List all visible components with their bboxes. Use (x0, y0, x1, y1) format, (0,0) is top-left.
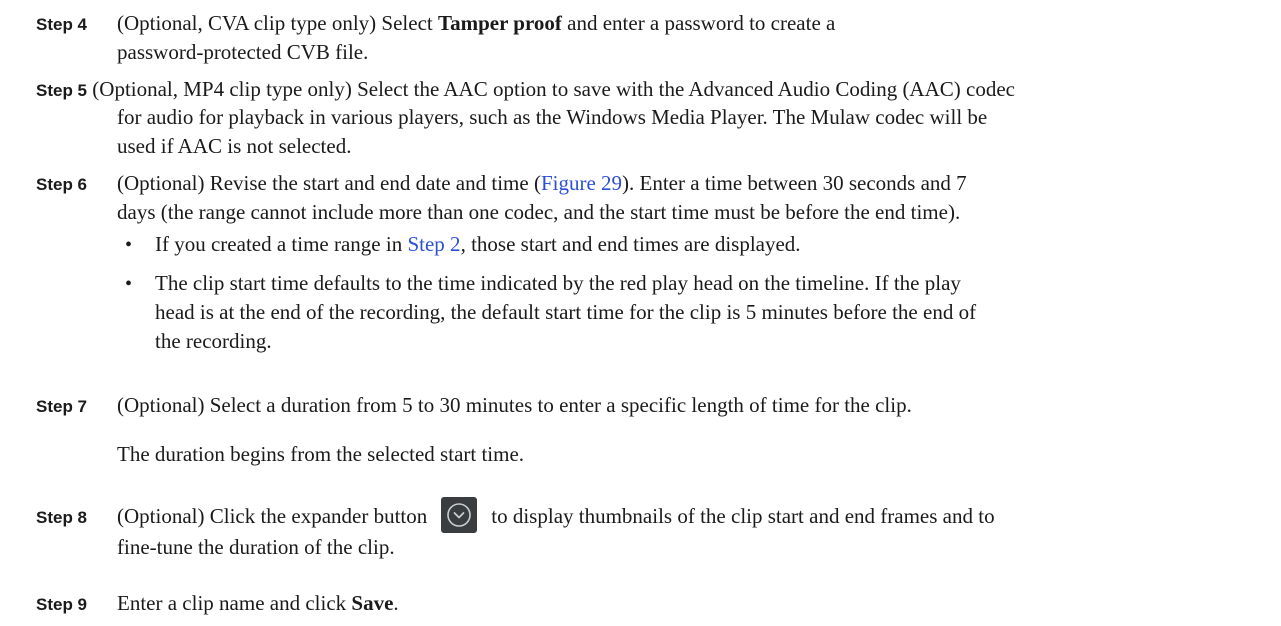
step-5-text-line3: used if AAC is not selected. (117, 134, 352, 158)
expander-button[interactable] (441, 497, 478, 534)
bullet-dot-2: • (125, 273, 133, 295)
step-9-text-pre: Enter a clip name and click (117, 591, 352, 615)
step-8-text-pre: (Optional) Click the expander button (117, 504, 428, 528)
step-5-text-line2: for audio for playback in various player… (117, 105, 988, 129)
step-4-text-pre: (Optional, CVA clip type only) Select (117, 11, 438, 35)
step-8-text: (Optional) Click the expander button to d… (117, 497, 1277, 562)
step-5-text-rest: for audio for playback in various player… (117, 103, 1267, 161)
step-5-label: Step 5 (36, 81, 88, 100)
document-page: Step 4 (Optional, CVA clip type only) Se… (0, 0, 1281, 626)
step-8-label: Step 8 (36, 508, 88, 527)
step-7-label: Step 7 (36, 397, 88, 416)
step-6-text-post: ). Enter a time between 30 seconds and 7 (622, 171, 967, 195)
step-7-text-line2: The duration begins from the selected st… (117, 442, 525, 466)
tamper-proof-term: Tamper proof (438, 11, 562, 35)
step-6-text: (Optional) Revise the start and end date… (117, 169, 1267, 227)
step-4-text-post: and enter a password to create a (561, 11, 836, 35)
step-6-text-pre: (Optional) Revise the start and end date… (117, 171, 541, 195)
step-9-text-post: . (393, 591, 399, 615)
step-8-text-line2: fine-tune the duration of the clip. (117, 535, 395, 560)
chevron-down-circle-icon (447, 503, 472, 527)
step-6-bullet-2: The clip start time defaults to the time… (155, 269, 1265, 356)
step-5-text-line1: (Optional, MP4 clip type only) Select th… (92, 77, 1015, 101)
bullet-2-line1: The clip start time defaults to the time… (155, 271, 961, 295)
step-6-label: Step 6 (36, 175, 88, 194)
bullet-dot-1: • (125, 234, 133, 256)
step-4-label: Step 4 (36, 15, 88, 34)
step-9-text: Enter a clip name and click Save. (117, 589, 1267, 618)
step-4-text-line2: password-protected CVB file. (117, 40, 369, 64)
figure-29-link[interactable]: Figure 29 (541, 171, 622, 195)
save-term: Save (351, 591, 394, 615)
step-9-label: Step 9 (36, 595, 88, 614)
step-7-text-line1: (Optional) Select a duration from 5 to 3… (117, 393, 912, 417)
bullet-2-line2: head is at the end of the recording, the… (155, 300, 977, 324)
step-6-text-line2: days (the range cannot include more than… (117, 200, 961, 224)
step-8-text-post: to display thumbnails of the clip start … (491, 504, 995, 528)
bullet-1-text-pre: If you created a time range in (155, 232, 408, 256)
bullet-1-text-post: , those start and end times are displaye… (460, 232, 801, 256)
step-5-block: Step 5 (Optional, MP4 clip type only) Se… (36, 75, 1276, 105)
step-4-text: (Optional, CVA clip type only) Select Ta… (117, 9, 1267, 67)
step-6-bullet-1: If you created a time range in Step 2, t… (155, 230, 1265, 259)
bullet-2-line3: the recording. (155, 329, 272, 353)
step-2-link[interactable]: Step 2 (407, 232, 460, 256)
